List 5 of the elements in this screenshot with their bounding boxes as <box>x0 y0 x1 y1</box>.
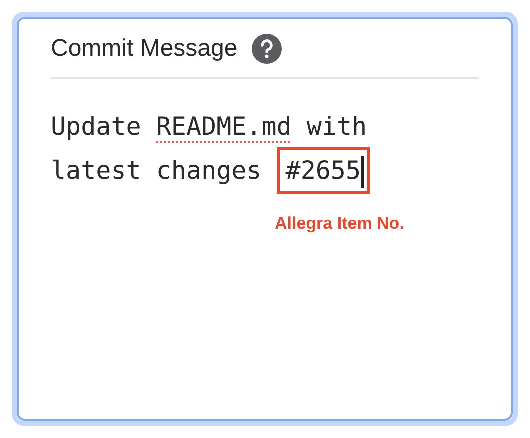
help-icon[interactable] <box>252 34 282 64</box>
text-cursor <box>361 156 364 188</box>
commit-message-field[interactable]: Update README.md with latest changes #2655 <box>51 105 471 193</box>
panel-title: Commit Message <box>51 34 238 64</box>
annotation-label: Allegra Item No. <box>275 214 404 233</box>
